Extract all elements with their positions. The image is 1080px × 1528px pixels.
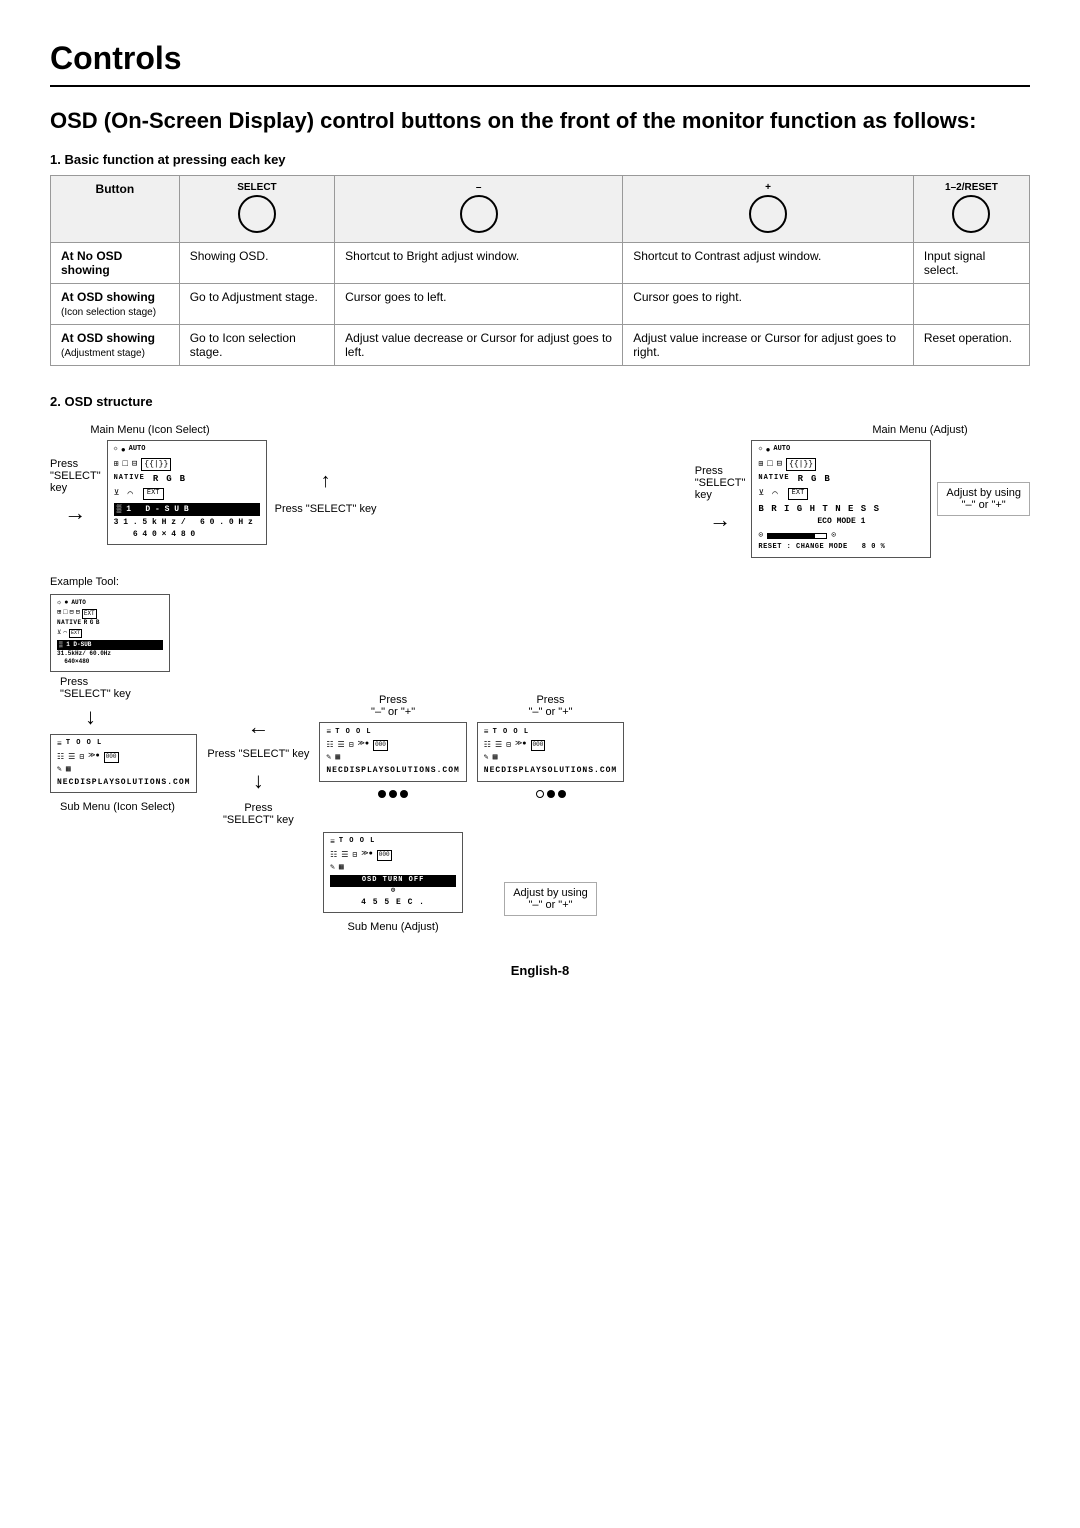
- row-adj-minus: Adjust value decrease or Cursor for adju…: [335, 324, 623, 365]
- reset-label: 1–2/RESET: [924, 182, 1019, 193]
- main-menu-icon-label: Main Menu (Icon Select): [90, 424, 209, 436]
- osd-box-main-adjust: ☼ ● AUTO ⊞ □ ⊟ {{|}} NATIVE R G B ⊻: [751, 440, 931, 558]
- dots-indicator-2: [536, 790, 566, 798]
- sub-menu-adjust-label: Sub Menu (Adjust): [348, 921, 439, 933]
- table-row: At OSD showing(Icon selection stage) Go …: [51, 283, 1030, 324]
- row-icon-select: Go to Adjustment stage.: [179, 283, 334, 324]
- row-icon-reset: [913, 283, 1029, 324]
- row-icon-minus: Cursor goes to left.: [335, 283, 623, 324]
- osd-box-tool-right: ≡ T O O L ☷☰⊟≫●000 ✎▦ NECDISPLAYSOLUTION…: [477, 722, 624, 782]
- plus-btn-icon: [749, 195, 787, 233]
- press-select-sub: Press"SELECT" key: [223, 802, 294, 826]
- row-adj-plus: Adjust value increase or Cursor for adju…: [623, 324, 914, 365]
- adjust-by-using-label: Adjust by using"–" or "+": [937, 482, 1030, 516]
- col-select: SELECT: [179, 175, 334, 242]
- press-select-label-1: Press"SELECT"key: [50, 458, 101, 494]
- row-noosd-plus: Shortcut to Contrast adjust window.: [623, 242, 914, 283]
- adjust-by-using-bottom: Adjust by using"–" or "+": [504, 882, 597, 916]
- press-select-label-2: Press"SELECT"key: [695, 465, 746, 501]
- press-minus-plus-label-2: Press"–" or "+": [528, 694, 572, 718]
- osd-box-tool-mid1: ≡ T O O L ☷☰⊟≫●000 ✎▦ NECDISPLAYSOLUTION…: [319, 722, 466, 782]
- table-row: At No OSD showing Showing OSD. Shortcut …: [51, 242, 1030, 283]
- col-reset: 1–2/RESET: [913, 175, 1029, 242]
- press-select-key-middle: Press "SELECT" key: [207, 748, 309, 760]
- minus-btn-icon: [460, 195, 498, 233]
- osd-box-sub-adjust: ≡ T O O L ☷☰⊟≫●000 ✎▦ OSD TURN OFF ⊙ 4 5…: [323, 832, 463, 913]
- row-noosd-select: Showing OSD.: [179, 242, 334, 283]
- main-menu-adjust-label: Main Menu (Adjust): [872, 424, 967, 436]
- press-select-example: Press"SELECT" key: [60, 676, 131, 700]
- row-noosd-reset: Input signal select.: [913, 242, 1029, 283]
- col-button: Button: [51, 175, 180, 242]
- sub-menu-icon-select-label: Sub Menu (Icon Select): [60, 801, 175, 813]
- row-adj-select: Go to Icon selection stage.: [179, 324, 334, 365]
- plus-label: +: [633, 182, 903, 193]
- row-adj-header: At OSD showing(Adjustment stage): [51, 324, 180, 365]
- controls-table: Button SELECT – + 1–2/RESET At No OSD sh…: [50, 175, 1030, 366]
- col-minus: –: [335, 175, 623, 242]
- page-subtitle: OSD (On-Screen Display) control buttons …: [50, 107, 1030, 136]
- col-plus: +: [623, 175, 914, 242]
- osd-box-example: ☼●AUTO ⊞□⊟⊟EXT NATIVERGB ⊻⌒EXT ▒ 1 D-SUB…: [50, 594, 170, 672]
- row-noosd-minus: Shortcut to Bright adjust window.: [335, 242, 623, 283]
- reset-btn-icon: [952, 195, 990, 233]
- section1-title: 1. Basic function at pressing each key: [50, 152, 1030, 167]
- press-minus-plus-label-1: Press"–" or "+": [371, 694, 415, 718]
- table-row: At OSD showing(Adjustment stage) Go to I…: [51, 324, 1030, 365]
- osd-box-tool-icon: ≡ T O O L ☷☰⊟≫●000 ✎▦ NECDISPLAYSOLUTION…: [50, 734, 197, 794]
- page-title: Controls: [50, 40, 1030, 87]
- row-noosd-header: At No OSD showing: [51, 242, 180, 283]
- row-icon-plus: Cursor goes to right.: [623, 283, 914, 324]
- row-adj-reset: Reset operation.: [913, 324, 1029, 365]
- osd-box-main-icon: ☼ ● AUTO ⊞ □ ⊟ {{|}} NATIVE R G B ⊻: [107, 440, 267, 545]
- dots-indicator-1: [378, 790, 408, 798]
- page-footer: English-8: [50, 963, 1030, 978]
- select-btn-icon: [238, 195, 276, 233]
- select-label: SELECT: [190, 182, 324, 193]
- section2-title: 2. OSD structure: [50, 394, 1030, 409]
- row-icon-header: At OSD showing(Icon selection stage): [51, 283, 180, 324]
- minus-label: –: [345, 182, 612, 193]
- press-select-key-bottom: Press "SELECT" key: [275, 503, 377, 515]
- osd-diagram: Main Menu (Icon Select) Main Menu (Adjus…: [50, 421, 1030, 933]
- example-tool-label: Example Tool:: [50, 576, 1030, 588]
